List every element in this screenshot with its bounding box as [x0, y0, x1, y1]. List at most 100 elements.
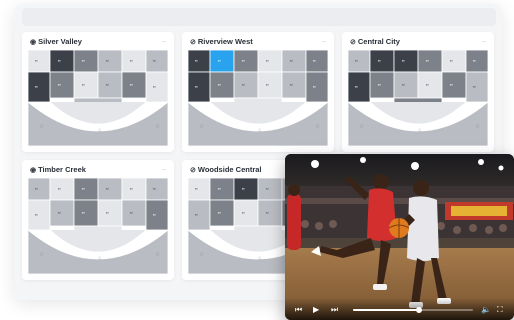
court-zone[interactable] [121, 50, 147, 73]
court-zone[interactable] [188, 50, 211, 73]
card-menu-icon[interactable]: ... [162, 166, 166, 172]
basket-icon: ◌ [360, 124, 364, 130]
court-zone[interactable] [393, 50, 419, 73]
court-zone[interactable] [348, 71, 371, 103]
search-bar[interactable] [22, 8, 496, 26]
basket-icon: ◌ [316, 124, 320, 130]
court-zone[interactable] [233, 50, 259, 73]
court-zone[interactable] [417, 71, 443, 99]
fullscreen-icon[interactable]: ⛶ [497, 306, 503, 314]
court-zone[interactable] [369, 50, 395, 73]
court-zone[interactable] [209, 178, 235, 201]
basket-icon: ◌ [418, 128, 422, 134]
court-zone[interactable] [281, 50, 307, 73]
game-footage [285, 154, 514, 320]
court-zone[interactable] [97, 199, 123, 227]
court-zone[interactable] [121, 178, 147, 201]
court-zone[interactable] [73, 50, 99, 73]
court-zone[interactable] [73, 71, 99, 99]
court-zone[interactable] [188, 178, 211, 201]
court-zone[interactable] [145, 178, 168, 201]
court-zone[interactable] [257, 50, 283, 73]
court-zone[interactable] [49, 71, 75, 99]
court-zone[interactable] [49, 50, 75, 73]
court-zone[interactable] [28, 50, 51, 73]
basket-icon: ◌ [476, 124, 480, 130]
court-zone[interactable] [73, 178, 99, 201]
team-title: ⊘ Riverview West [190, 37, 253, 46]
basket-icon: ◌ [40, 124, 44, 130]
court-zone[interactable] [369, 71, 395, 99]
basket-icon: ◌ [200, 252, 204, 258]
court-zone[interactable] [209, 199, 235, 227]
shot-chart: ▪▪▪▪▪▪▪▪▪▪▪▪▪▪▪▪▪▪▪▪▪▪▪▪▪▪◌◌◌ [188, 50, 328, 146]
basket-icon: ◌ [258, 128, 262, 134]
progress-knob[interactable] [416, 307, 422, 313]
court-zone[interactable] [188, 71, 211, 103]
court-zone[interactable] [233, 199, 259, 227]
team-logo-icon: ⊘ [350, 39, 356, 46]
court-zone[interactable] [233, 71, 259, 99]
court-zone[interactable] [209, 50, 235, 73]
card-menu-icon[interactable]: ... [162, 38, 166, 44]
team-title: ⊘ Central City [350, 37, 400, 46]
team-title: ◉ Timber Creek [30, 165, 86, 174]
court-zone[interactable] [145, 71, 168, 103]
court-zone[interactable] [348, 50, 371, 73]
court-zone[interactable] [145, 199, 168, 231]
court-arc [49, 229, 147, 253]
play-icon[interactable]: ▶ [313, 306, 319, 314]
court-zone[interactable] [121, 199, 147, 227]
court-zone[interactable] [441, 50, 467, 73]
court-zone[interactable] [209, 71, 235, 99]
court-zone[interactable] [233, 178, 259, 201]
team-card-timber-creek[interactable]: ◉ Timber Creek ... ▪▪ ▪▪ ▪▪ ▪▪ ▪▪ ▪▪ ▪▪ ▪▪ ▪▪ ▪▪ ▪▪… [22, 160, 174, 280]
court-zone[interactable] [257, 71, 283, 99]
court-zone[interactable] [281, 71, 307, 99]
team-logo-icon: ⊘ [190, 167, 196, 174]
team-logo-icon: ◉ [30, 167, 37, 174]
team-title: ◉ Silver Valley [30, 37, 82, 46]
card-menu-icon[interactable]: ... [322, 38, 326, 44]
basket-icon: ◌ [200, 124, 204, 130]
team-card-riverview-west[interactable]: ⊘ Riverview West ... ▪▪ ▪▪ ▪▪ ▪▪ ▪▪ ▪▪ ▪▪ ▪▪ ▪▪ ▪▪… [182, 32, 334, 152]
court-zone[interactable] [417, 50, 443, 73]
court-zone[interactable] [441, 71, 467, 99]
court-arc [369, 101, 467, 125]
team-card-central-city[interactable]: ⊘ Central City ... ▪▪ ▪▪ ▪▪ ▪▪ ▪▪ ▪▪ ▪▪ ▪▪ ▪▪ ▪▪ ▪▪… [342, 32, 494, 152]
team-title: ⊘ Woodside Central [190, 165, 262, 174]
court-zone[interactable] [257, 178, 283, 201]
shot-chart: ▪▪▪▪▪▪▪▪▪▪▪▪▪▪▪▪▪▪▪▪▪▪▪▪▪▪◌◌◌ [28, 178, 168, 274]
court-zone[interactable] [49, 178, 75, 201]
court-zone[interactable] [465, 50, 488, 73]
court-zone[interactable] [305, 71, 328, 103]
court-zone[interactable] [393, 71, 419, 99]
court-zone[interactable] [97, 50, 123, 73]
basket-icon: ◌ [40, 252, 44, 258]
court-zone[interactable] [305, 50, 328, 73]
court-zone[interactable] [28, 71, 51, 103]
court-zone[interactable] [28, 199, 51, 231]
court-zone[interactable] [73, 199, 99, 227]
court-zone[interactable] [145, 50, 168, 73]
court-zone[interactable] [257, 199, 283, 227]
volume-icon[interactable]: 🔈 [481, 306, 491, 314]
court-zone[interactable] [49, 199, 75, 227]
court-zone[interactable] [121, 71, 147, 99]
progress-fill [353, 309, 419, 311]
court-arc [209, 101, 307, 125]
court-zone[interactable] [97, 178, 123, 201]
skip-back-icon[interactable]: ⏮ [295, 306, 302, 314]
court-zone[interactable] [97, 71, 123, 99]
video-progress-bar[interactable] [353, 307, 473, 313]
team-logo-icon: ⊘ [190, 39, 196, 46]
court-zone[interactable] [188, 199, 211, 231]
court-zone[interactable] [28, 178, 51, 201]
team-card-silver-valley[interactable]: ◉ Silver Valley ... ▪▪ ▪▪ ▪▪ ▪▪ ▪▪ ▪▪ ▪▪ ▪▪ ▪▪ ▪▪ ▪… [22, 32, 174, 152]
skip-forward-icon[interactable]: ⏭ [331, 306, 338, 314]
court-zone[interactable] [465, 71, 488, 103]
basket-icon: ◌ [98, 128, 102, 134]
video-player[interactable]: ⏮ ▶ ⏭ 🔈 ⛶ [285, 154, 514, 320]
basket-icon: ◌ [98, 256, 102, 262]
card-menu-icon[interactable]: ... [482, 38, 486, 44]
